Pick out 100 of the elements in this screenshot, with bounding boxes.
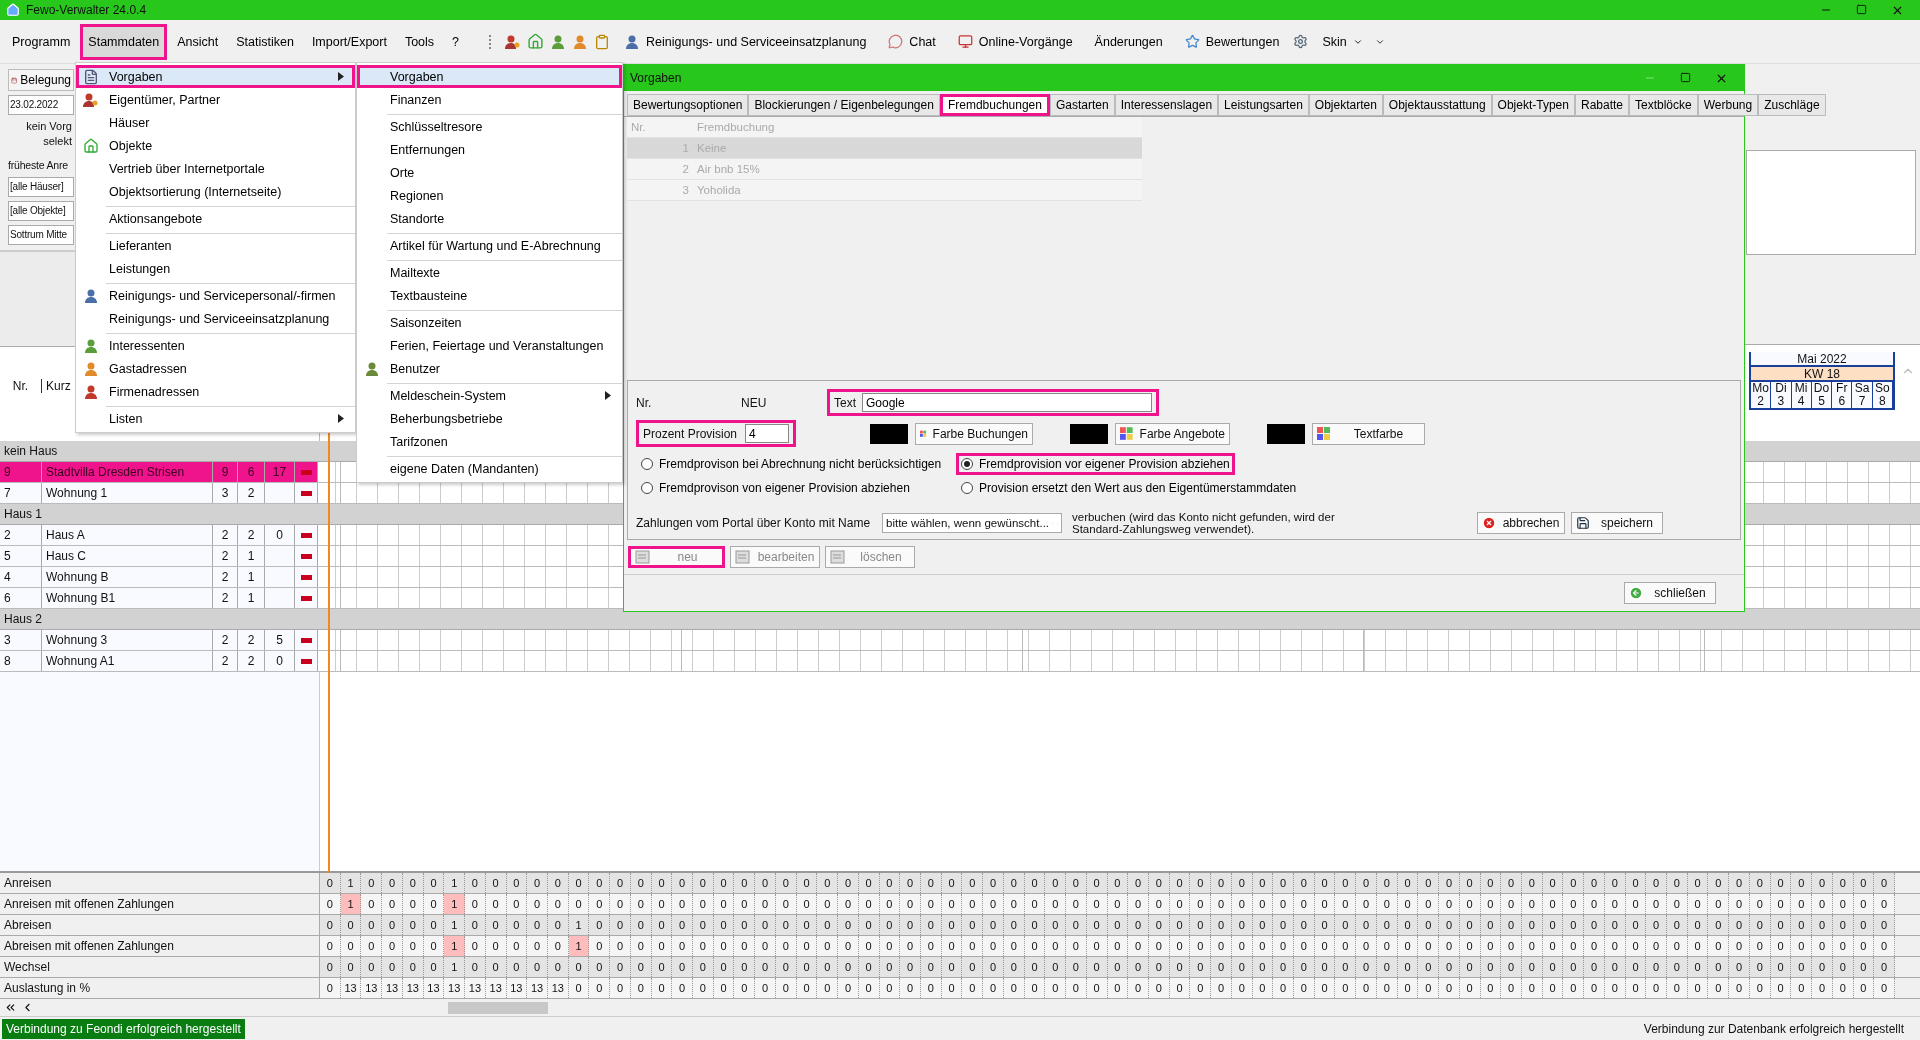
tab[interactable]: Fremdbuchungen (939, 94, 1050, 116)
stat-cell: 0 (1874, 915, 1895, 935)
stat-cell: 0 (610, 894, 631, 914)
close-button[interactable]: schließen (1624, 582, 1716, 604)
tab[interactable]: Bewertungsoptionen (627, 94, 749, 116)
menu-item[interactable]: Gastadressen (76, 357, 355, 380)
color-button[interactable]: Textfarbe (1312, 422, 1425, 445)
scrollbar-thumb[interactable] (448, 1001, 548, 1014)
menu-item[interactable]: Firmenadressen (76, 380, 355, 403)
status-marker (300, 658, 312, 664)
menu-item[interactable]: Vorgaben (76, 65, 355, 88)
document-icon (830, 550, 846, 564)
maximize-icon[interactable] (1856, 3, 1867, 15)
tab[interactable]: Objekt-Typen (1491, 94, 1575, 116)
menu-item[interactable]: Ferien, Feiertage und Veranstaltungen (357, 334, 622, 357)
toolbar-button[interactable]: Bewertungen (1174, 30, 1290, 53)
menu-item[interactable]: ? (444, 23, 468, 60)
menu-item[interactable]: Entfernungen (357, 138, 622, 161)
date-field[interactable]: 23.02.2022 (8, 95, 74, 115)
stat-cell: 0 (1211, 957, 1232, 977)
filter-field[interactable]: Sottrum Mitte (8, 225, 74, 245)
stat-cell: 0 (547, 894, 569, 914)
toolbar-button[interactable]: Chat (878, 30, 946, 53)
stat-cell: 0 (1418, 957, 1440, 977)
text-field[interactable]: Google (862, 393, 1152, 412)
scroll-first-icon[interactable] (4, 1001, 17, 1014)
menu-item[interactable]: Orte (357, 161, 622, 184)
stat-cell: 0 (941, 894, 963, 914)
stat-cell: 0 (1584, 936, 1605, 956)
tab[interactable]: Objektausstattung (1382, 94, 1492, 116)
menu-item[interactable]: Textbausteine (357, 284, 622, 307)
tab[interactable]: Textblöcke (1629, 94, 1698, 116)
stat-cell: 0 (1169, 936, 1191, 956)
stat-cell: 0 (1625, 936, 1647, 956)
menu-item[interactable]: Ansicht (169, 23, 227, 60)
menu-item[interactable]: Tools (396, 23, 443, 60)
cancel-button[interactable]: abbrechen (1477, 512, 1565, 534)
tab[interactable]: Gastarten (1049, 94, 1115, 116)
menu-item[interactable]: Import/Export (303, 23, 395, 60)
percent-field[interactable]: 4 (745, 424, 789, 443)
column-header: Nr. (630, 120, 647, 135)
menu-item[interactable]: Eigentümer, Partner (76, 88, 355, 111)
account-select[interactable]: bitte wählen, wenn gewünscht... (882, 513, 1062, 533)
menu-item[interactable]: Standorte (357, 207, 622, 230)
stat-cell: 0 (817, 894, 839, 914)
person-key-icon (83, 91, 99, 108)
stat-cell: 0 (1273, 936, 1294, 956)
skin-menu[interactable]: Skin (1312, 30, 1373, 53)
palette-icon (1317, 426, 1331, 441)
menu-item[interactable]: Reinigungs- und Serviceeinsatzplanung (76, 307, 355, 330)
menu-item[interactable]: Finanzen (357, 88, 622, 111)
menu-item[interactable]: Objekte (76, 134, 355, 157)
maximize-icon[interactable] (1680, 71, 1691, 83)
color-button[interactable]: Farbe Angebote (1115, 422, 1230, 445)
toolbar-button[interactable]: Reinigungs- und Serviceeinsatzplanung (614, 29, 877, 54)
tab[interactable]: Leistungsarten (1218, 94, 1309, 116)
tab[interactable]: Werbung (1697, 94, 1759, 116)
radio-option[interactable]: Fremdprovison von eigener Provision abziehen (636, 477, 915, 499)
tab[interactable]: Objektarten (1308, 94, 1383, 116)
tab[interactable]: Zuschläge (1758, 94, 1826, 116)
stat-cell: 0 (1542, 915, 1564, 935)
menu-item[interactable]: Objektsortierung (Internetseite) (76, 180, 355, 203)
day-number: 6 (1832, 395, 1853, 408)
stat-cell: 0 (1563, 873, 1585, 893)
menu-item[interactable]: Vertrieb über Internetportale (76, 157, 355, 180)
stat-cell: 0 (817, 936, 839, 956)
tab[interactable]: Interessenslagen (1114, 94, 1219, 116)
toolbar-button[interactable]: Online-Vorgänge (947, 30, 1083, 53)
menu-item[interactable]: Häuser (76, 111, 355, 134)
menu-item[interactable]: Regionen (357, 184, 622, 207)
tab[interactable]: Rabatte (1574, 94, 1629, 116)
radio-option[interactable]: Provision ersetzt den Wert aus den Eigentümerstammdaten (956, 477, 1302, 499)
menu-item[interactable]: Tarifzonen (357, 430, 622, 453)
menu-item[interactable]: Statistiken (228, 23, 302, 60)
filter-field[interactable]: [alle Häuser] (8, 177, 74, 197)
view-button[interactable]: Belegung (8, 69, 74, 91)
stat-cell: 0 (547, 915, 569, 935)
stat-cell: 0 (1335, 873, 1357, 893)
filter-field[interactable]: [alle Objekte] (8, 201, 74, 221)
menu-item[interactable]: Beherbungsbetriebe (357, 407, 622, 430)
menu-item[interactable]: Benutzer (357, 357, 622, 380)
stat-cell: 0 (983, 894, 1004, 914)
stat-cell: 0 (1169, 978, 1191, 998)
menu-item[interactable]: Vorgaben (357, 65, 622, 88)
table-cell: 3 (0, 630, 42, 650)
save-button[interactable]: speichern (1571, 512, 1663, 534)
toolbar-button[interactable]: Änderungen (1084, 30, 1173, 53)
radio-option[interactable]: Fremdprovision vor eigener Provision abziehen (956, 453, 1235, 475)
stat-cell: 0 (1563, 936, 1585, 956)
stat-cell: 0 (879, 978, 901, 998)
menu-item[interactable]: Leistungen (76, 257, 355, 280)
color-button[interactable]: Farbe Buchungen (915, 422, 1033, 445)
radio-option[interactable]: Fremdprovison bei Abrechnung nicht berücksichtigen (636, 453, 947, 475)
stat-cell: 0 (962, 873, 984, 893)
tab[interactable]: Blockierungen / Eigenbelegungen (748, 94, 940, 116)
stat-cell: 0 (568, 894, 590, 914)
table-cell: 2 (213, 651, 238, 671)
stat-cell: 0 (1708, 894, 1730, 914)
menu-item[interactable]: Programm (4, 23, 79, 60)
menu-item[interactable]: Stammdaten (80, 23, 168, 60)
